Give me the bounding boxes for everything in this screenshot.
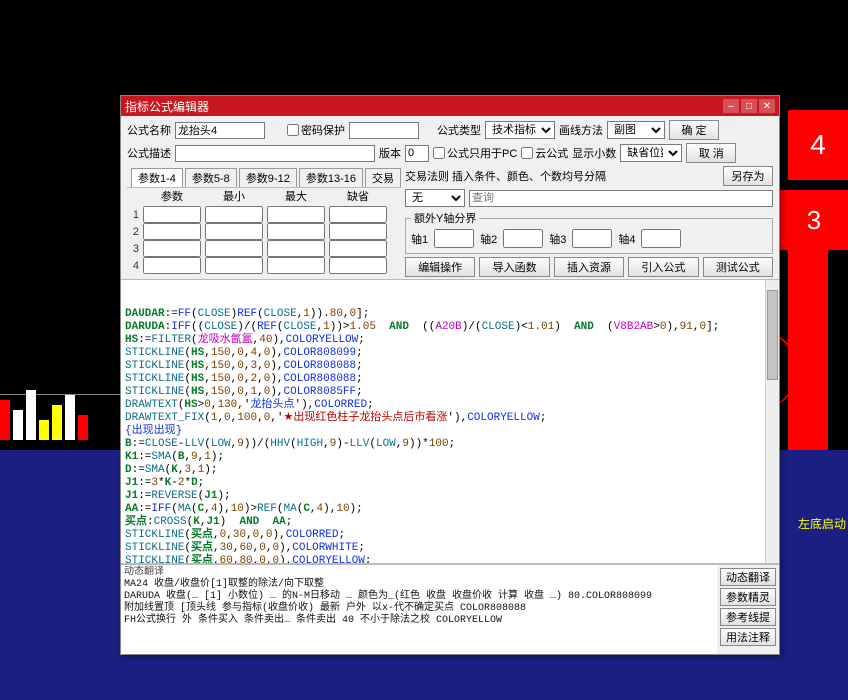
rownum-3: 3 bbox=[127, 240, 141, 257]
p3-def[interactable] bbox=[329, 240, 387, 257]
rownum-1: 1 bbox=[127, 206, 141, 223]
trade-none-select[interactable]: 无 bbox=[405, 189, 465, 207]
axis-legend: 额外Y轴分界 bbox=[411, 210, 479, 226]
footer: 动态翻译 MA24 收盘/收盘价[1]取整的除法/向下取整 DARUDA 收盘(… bbox=[121, 564, 779, 654]
label-onlyfor: 公式只用于PC bbox=[447, 145, 517, 161]
axis2-label: 轴2 bbox=[480, 231, 497, 247]
param-table: 参数 最小 最大 缺省 1 2 3 4 bbox=[127, 188, 401, 274]
p1-def[interactable] bbox=[329, 206, 387, 223]
help1-button[interactable]: 动态翻译 bbox=[720, 568, 776, 586]
code-editor[interactable]: DAUDAR:=FF(CLOSE)REF(CLOSE,1)).80,0];DAR… bbox=[121, 279, 779, 564]
axis1-label: 轴1 bbox=[411, 231, 428, 247]
rownum-2: 2 bbox=[127, 223, 141, 240]
p1-min[interactable] bbox=[205, 206, 263, 223]
help4-button[interactable]: 用法注释 bbox=[720, 628, 776, 646]
p1-max[interactable] bbox=[267, 206, 325, 223]
label-version: 版本 bbox=[379, 145, 401, 161]
insertfn-button[interactable]: 插入资源 bbox=[554, 257, 624, 277]
titlebar[interactable]: 指标公式编辑器 – □ ✕ bbox=[121, 96, 779, 116]
axis2-input[interactable] bbox=[503, 229, 543, 248]
label-desc: 公式描述 bbox=[127, 145, 171, 161]
drawmethod-select[interactable]: 副图 bbox=[607, 121, 665, 139]
cancel-button[interactable]: 取 消 bbox=[686, 143, 736, 163]
trade-legend: 交易法则 插入条件、颜色、个数均号分隔 bbox=[405, 168, 719, 184]
paramhead-max: 最大 bbox=[265, 188, 327, 206]
close-icon[interactable]: ✕ bbox=[759, 99, 775, 113]
ok-button[interactable]: 确 定 bbox=[669, 120, 719, 140]
onlyfor-checkbox[interactable]: 公式只用于PC bbox=[433, 145, 517, 161]
axis4-label: 轴4 bbox=[618, 231, 635, 247]
password-checkbox[interactable]: 密码保护 bbox=[287, 122, 345, 138]
tab-param3[interactable]: 参数9-12 bbox=[239, 168, 297, 187]
bg-mini-chart bbox=[0, 380, 120, 440]
desc-input[interactable] bbox=[175, 145, 375, 162]
version-input[interactable] bbox=[405, 145, 429, 162]
msg-line-3: 附加线置顶 [顶头线 参与指标(收盘价收) 最新 户外 以x-代不确定买点 CO… bbox=[124, 603, 714, 615]
label-password: 密码保护 bbox=[301, 122, 345, 138]
axis3-label: 轴3 bbox=[549, 231, 566, 247]
message-area: 动态翻译 MA24 收盘/收盘价[1]取整的除法/向下取整 DARUDA 收盘(… bbox=[121, 565, 717, 654]
tab-trade[interactable]: 交易 bbox=[365, 168, 401, 187]
p1-name[interactable] bbox=[143, 206, 201, 223]
tab-param2[interactable]: 参数5-8 bbox=[185, 168, 237, 187]
label-drawmethod: 画线方法 bbox=[559, 122, 603, 138]
axis1-input[interactable] bbox=[434, 229, 474, 248]
password-input[interactable] bbox=[349, 122, 419, 139]
msg-line-1: MA24 收盘/收盘价[1]取整的除法/向下取整 bbox=[124, 579, 714, 591]
p4-def[interactable] bbox=[329, 257, 387, 274]
label-showdec: 显示小数 bbox=[572, 145, 616, 161]
scroll-thumb[interactable] bbox=[767, 290, 778, 380]
form-area: 公式名称 密码保护 公式类型 技术指标 画线方法 副图 确 定 公式描述 版本 … bbox=[121, 116, 779, 279]
trade-query-input[interactable] bbox=[469, 190, 773, 207]
name-input[interactable] bbox=[175, 122, 265, 139]
paramhead-min: 最小 bbox=[203, 188, 265, 206]
type-select[interactable]: 技术指标 bbox=[485, 121, 555, 139]
minimize-icon[interactable]: – bbox=[723, 99, 739, 113]
label-cloud: 云公式 bbox=[535, 145, 568, 161]
p4-name[interactable] bbox=[143, 257, 201, 274]
title-text: 指标公式编辑器 bbox=[125, 98, 209, 115]
p2-max[interactable] bbox=[267, 223, 325, 240]
axis4-input[interactable] bbox=[641, 229, 681, 248]
p4-min[interactable] bbox=[205, 257, 263, 274]
maximize-icon[interactable]: □ bbox=[741, 99, 757, 113]
paramhead-name: 参数 bbox=[141, 188, 203, 206]
msg-line-4: FH公式换行 外 条件买入 条件卖出… 条件卖出 40 不小于除法之校 COLO… bbox=[124, 615, 714, 627]
formula-editor-dialog: 指标公式编辑器 – □ ✕ 公式名称 密码保护 公式类型 技术指标 画线方法 副… bbox=[120, 95, 780, 655]
p4-max[interactable] bbox=[267, 257, 325, 274]
paramhead-def: 缺省 bbox=[327, 188, 389, 206]
p3-max[interactable] bbox=[267, 240, 325, 257]
p3-min[interactable] bbox=[205, 240, 263, 257]
editop-button[interactable]: 编辑操作 bbox=[405, 257, 475, 277]
help2-button[interactable]: 参数精灵 bbox=[720, 588, 776, 606]
help3-button[interactable]: 参考线提示 bbox=[720, 608, 776, 626]
rownum-4: 4 bbox=[127, 257, 141, 274]
label-type: 公式类型 bbox=[437, 122, 481, 138]
defaultpos-select[interactable]: 缺省位数 bbox=[620, 144, 682, 162]
p2-name[interactable] bbox=[143, 223, 201, 240]
code-scrollbar[interactable] bbox=[765, 280, 779, 563]
bg-red-block-3: 3 bbox=[780, 190, 848, 250]
p2-def[interactable] bbox=[329, 223, 387, 240]
axis3-input[interactable] bbox=[572, 229, 612, 248]
insertformula-button[interactable]: 引入公式 bbox=[628, 257, 698, 277]
p3-name[interactable] bbox=[143, 240, 201, 257]
tab-param1[interactable]: 参数1-4 bbox=[131, 168, 183, 187]
footer-sidebuttons: 动态翻译 参数精灵 参考线提示 用法注释 bbox=[717, 565, 779, 654]
bg-legend: 左底启动 bbox=[798, 515, 846, 532]
bg-red-block-4: 4 bbox=[788, 110, 848, 180]
msg-line-2: DARUDA 收盘(… [1] 小数位) … 的N-M日移动 … 颜色为_(红色… bbox=[124, 591, 714, 603]
tab-param4[interactable]: 参数13-16 bbox=[299, 168, 363, 187]
import-button[interactable]: 导入函数 bbox=[479, 257, 549, 277]
bg-red-strip bbox=[788, 250, 828, 450]
label-name: 公式名称 bbox=[127, 122, 171, 138]
cloud-checkbox[interactable]: 云公式 bbox=[521, 145, 568, 161]
axis-fieldset: 额外Y轴分界 轴1 轴2 轴3 轴4 bbox=[405, 210, 773, 254]
test-button[interactable]: 测试公式 bbox=[703, 257, 773, 277]
p2-min[interactable] bbox=[205, 223, 263, 240]
anotheras-button[interactable]: 另存为 bbox=[723, 166, 773, 186]
param-tabs: 参数1-4 参数5-8 参数9-12 参数13-16 交易 bbox=[127, 166, 401, 188]
msg-header: 动态翻译 bbox=[124, 567, 714, 579]
